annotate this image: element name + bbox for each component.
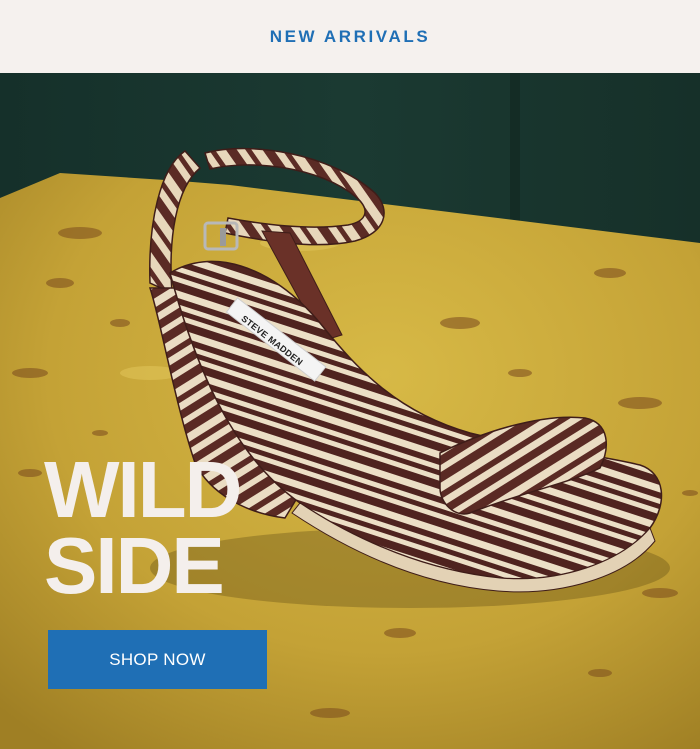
hero-headline: WILD SIDE (44, 445, 242, 610)
new-arrivals-link[interactable]: NEW ARRIVALS (270, 27, 431, 47)
shop-now-button[interactable]: SHOP NOW (48, 630, 267, 689)
headline-line-1: WILD (44, 445, 242, 534)
headline-line-2: SIDE (44, 521, 225, 610)
header-bar: NEW ARRIVALS (0, 0, 700, 73)
email-banner: NEW ARRIVALS STEVE MADDEN WILD SIDE SHOP… (0, 0, 700, 749)
